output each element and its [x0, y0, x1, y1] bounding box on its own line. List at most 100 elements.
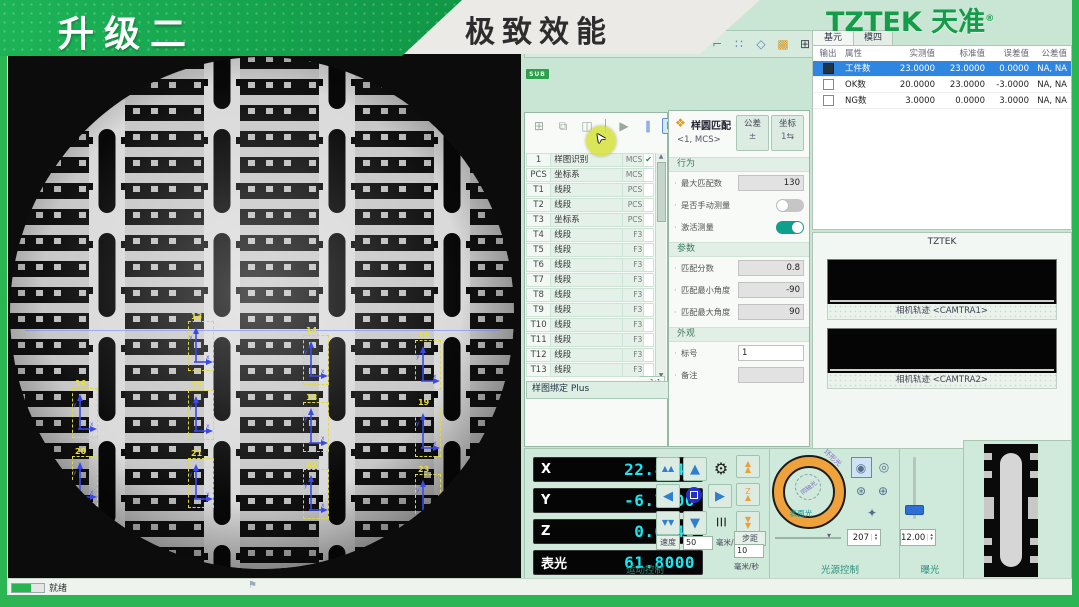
banner-badge: 升级二	[58, 5, 196, 57]
result-row[interactable]: OK数20.000023.0000-3.0000NA, NA	[813, 77, 1071, 93]
svg-text:y: y	[416, 420, 420, 427]
light-slider-handle[interactable]: ▾	[827, 531, 831, 540]
toggle-switch[interactable]	[776, 221, 804, 234]
field-bullet: ·	[674, 286, 681, 295]
spinner-arrows[interactable]: ▴▾	[927, 534, 935, 541]
param-input[interactable]	[738, 367, 804, 383]
marker-number: 13	[191, 312, 202, 321]
jog-stop-button[interactable]	[683, 484, 705, 506]
copy-step-icon[interactable]: ⧉	[553, 119, 573, 134]
sequence-row[interactable]: T2线段PCS	[526, 198, 654, 212]
sequence-row[interactable]: T5线段F3	[526, 243, 654, 257]
marker-number: 22	[306, 460, 317, 469]
output-checkbox[interactable]	[823, 95, 834, 106]
scroll-up-icon[interactable]: ▲	[656, 153, 666, 160]
exposure-spinner[interactable]: 12.00 ▴▾	[900, 529, 936, 546]
template-binding-bar[interactable]: 样图绑定 Plus	[526, 381, 671, 399]
status-text: 就绪	[49, 581, 67, 594]
step-up-button[interactable]: ▲▲	[736, 455, 760, 478]
tolerance-button[interactable]: 公差 ±	[736, 115, 769, 151]
template-tool-icon[interactable]: ▩	[773, 37, 793, 51]
step-name: 线段	[551, 183, 623, 197]
step-id: T2	[526, 198, 551, 212]
step-z-button[interactable]: Z▲	[736, 483, 760, 506]
section-header: 参数	[669, 242, 809, 257]
motion-settings-icon[interactable]: ⚙	[710, 457, 732, 479]
step-check	[644, 288, 654, 302]
marker-number: 18	[306, 393, 317, 402]
quad-light-icon[interactable]: ⊛	[852, 481, 871, 500]
sequence-row[interactable]: T12线段F3	[526, 348, 654, 362]
param-input[interactable]: 0.8	[738, 260, 804, 276]
light-intensity-spinner[interactable]: 207 ▴▾	[847, 529, 881, 546]
jog-up-fast-button[interactable]: ▲▲	[656, 457, 680, 481]
output-checkbox[interactable]	[823, 79, 834, 90]
param-field: ·匹配最大角度90	[669, 301, 809, 323]
bulb-light-icon[interactable]: ✦	[863, 503, 882, 522]
param-input[interactable]: -90	[738, 282, 804, 298]
speed-label: 速度	[656, 535, 680, 550]
marker-axes: yx	[303, 335, 329, 385]
sequence-row[interactable]: T9线段F3	[526, 303, 654, 317]
param-input[interactable]: 130	[738, 175, 804, 191]
sequence-row[interactable]: T1线段PCS	[526, 183, 654, 197]
svg-text:y: y	[304, 415, 308, 422]
speed-input[interactable]: 50	[683, 536, 713, 550]
step-frame: F3	[623, 288, 644, 302]
run-icon[interactable]: ▶	[614, 119, 634, 133]
eraser-tool-icon[interactable]: ◇	[751, 37, 771, 51]
marker-number: 17	[191, 381, 202, 390]
sequence-row[interactable]: T11线段F3	[526, 333, 654, 347]
axis-label: Y	[541, 493, 575, 508]
svg-text:y: y	[73, 401, 77, 408]
field-label: 是否手动测量	[681, 199, 776, 211]
spinner-arrows[interactable]: ▴▾	[871, 534, 880, 541]
result-row[interactable]: NG数3.00000.00003.0000NA, NA	[813, 93, 1071, 109]
sequence-row[interactable]: T8线段F3	[526, 288, 654, 302]
light-slider[interactable]: ▾	[775, 537, 841, 539]
step-frame: F3	[623, 228, 644, 242]
output-checkbox[interactable]	[823, 63, 834, 74]
field-bullet: ·	[674, 308, 681, 317]
param-field: ·是否手动测量	[669, 194, 809, 216]
banner-badge-ribbon: 升级二	[0, 0, 462, 56]
step-frame: PCS	[623, 213, 644, 227]
jog-up-button[interactable]: ▲	[683, 457, 707, 481]
fader-settings-icon[interactable]: ☰	[710, 511, 732, 533]
jog-down-fast-button[interactable]: ▼▼	[656, 511, 680, 535]
sequence-row[interactable]: PCS坐标系MCS	[526, 168, 654, 182]
exposure-panel-label: 曝光	[899, 562, 961, 576]
step-frame: MCS	[623, 153, 644, 167]
app-window: ↖⚲▤◫≈+◧☀ 倍率: 2 ▾ ◫ ✳	[0, 0, 1079, 607]
ring-light-icon[interactable]: ◎	[875, 457, 894, 476]
seg-light-icon[interactable]: ⊕	[874, 481, 893, 500]
step-input[interactable]: 10	[734, 544, 764, 558]
jog-down-button[interactable]: ▼	[683, 511, 707, 535]
sequence-row[interactable]: T7线段F3	[526, 273, 654, 287]
scroll-thumb[interactable]	[657, 162, 666, 222]
pattern-tool-icon[interactable]: ∷	[729, 37, 749, 51]
toggle-switch[interactable]	[776, 199, 804, 212]
add-step-icon[interactable]: ⊞	[529, 119, 549, 133]
exposure-handle[interactable]	[905, 505, 924, 515]
param-field: ·标号1	[669, 342, 809, 364]
step-id: T3	[526, 213, 551, 227]
param-input[interactable]: 90	[738, 304, 804, 320]
sequence-scrollbar[interactable]: ▲ ▼	[655, 153, 666, 379]
sequence-row[interactable]: T4线段F3	[526, 228, 654, 242]
jog-right-button[interactable]: ▶	[708, 484, 732, 508]
camera-viewport[interactable]: 13yx14yx15yx16yx17yx18yx19yx20yx21yx22yx…	[8, 47, 521, 578]
sequence-row[interactable]: T10线段F3	[526, 318, 654, 332]
coax-light-icon[interactable]: ◉	[851, 457, 872, 478]
result-row[interactable]: 工件数23.000023.00000.0000NA, NA	[813, 61, 1071, 77]
marker-axes: yx	[188, 390, 214, 440]
param-input[interactable]: 1	[738, 345, 804, 361]
sequence-row[interactable]: T6线段F3	[526, 258, 654, 272]
step-check	[644, 333, 654, 347]
pause-icon[interactable]: ∥	[638, 119, 658, 133]
coordinate-button[interactable]: 坐标 1⇆	[771, 115, 804, 151]
jog-left-button[interactable]: ◀	[656, 484, 680, 508]
sequence-row[interactable]: T3坐标系PCS	[526, 213, 654, 227]
sequence-row[interactable]: T13线段F3	[526, 363, 654, 377]
section-header: 行为	[669, 157, 809, 172]
